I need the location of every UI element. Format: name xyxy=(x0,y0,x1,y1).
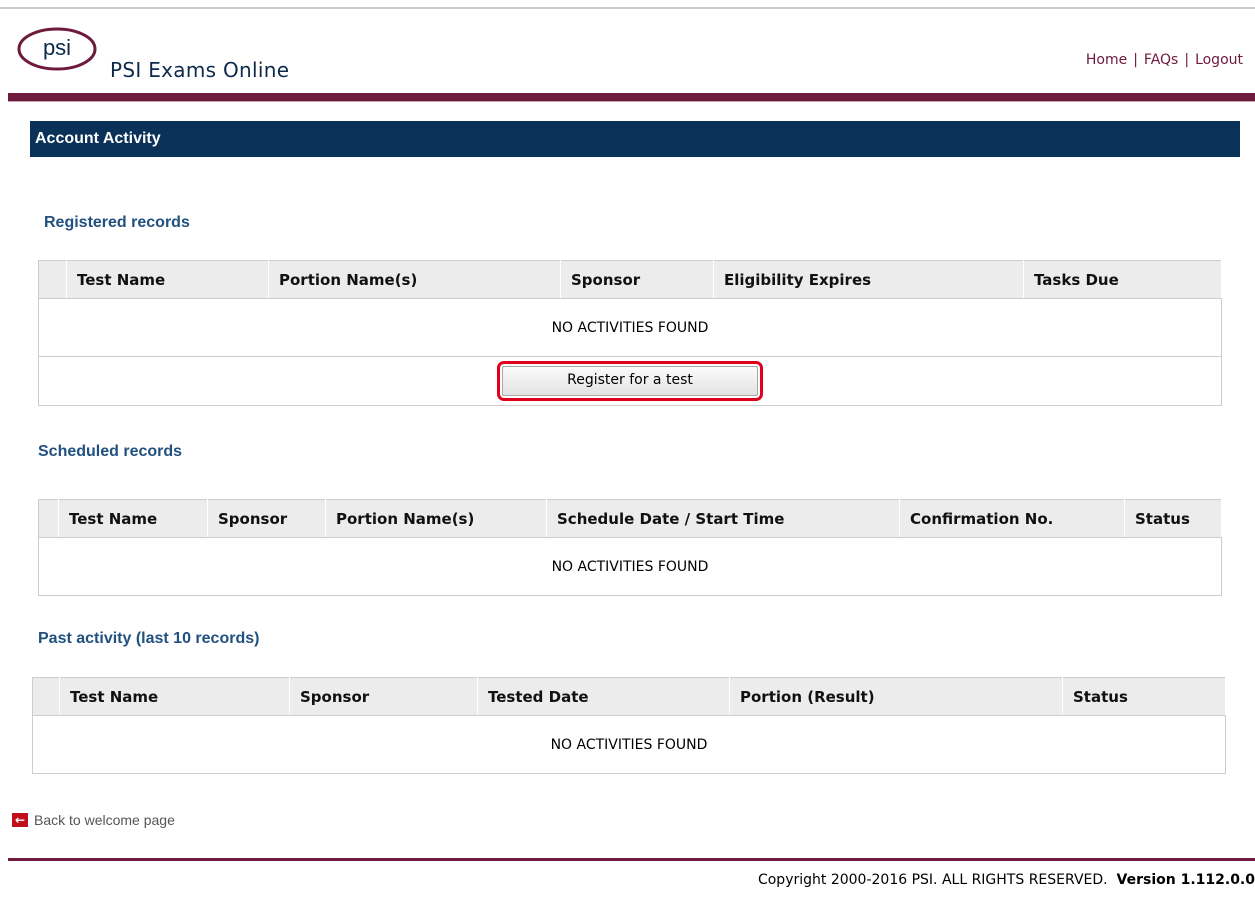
column-header[interactable]: Portion Name(s) xyxy=(268,260,561,299)
empty-message: NO ACTIVITIES FOUND xyxy=(32,715,1226,774)
register-for-test-button[interactable]: Register for a test xyxy=(502,366,758,396)
scheduled-records-table: Test Name Sponsor Portion Name(s) Schedu… xyxy=(38,499,1222,596)
page-title: Account Activity xyxy=(35,130,161,147)
column-header[interactable]: Test Name xyxy=(66,260,269,299)
column-header[interactable]: Sponsor xyxy=(289,677,478,716)
register-button-highlight: Register for a test xyxy=(497,361,763,401)
table-row: NO ACTIVITIES FOUND xyxy=(38,298,1222,357)
column-header[interactable]: Tasks Due xyxy=(1023,260,1222,299)
logo-text: psi xyxy=(43,35,71,60)
column-header[interactable]: Status xyxy=(1124,499,1222,538)
column-header[interactable]: Confirmation No. xyxy=(899,499,1125,538)
registered-records-heading: Registered records xyxy=(44,214,190,231)
table-row: Register for a test xyxy=(39,357,1222,406)
faqs-link[interactable]: FAQs xyxy=(1144,52,1178,68)
column-header[interactable]: Schedule Date / Start Time xyxy=(546,499,900,538)
page: psi PSI Exams Online Home | FAQs | Logout Ac… xyxy=(0,0,1255,909)
past-activity-table: Test Name Sponsor Tested Date Portion (R… xyxy=(32,677,1226,774)
register-button-cell: Register for a test xyxy=(39,357,1222,406)
footer-divider xyxy=(8,858,1255,861)
table-header-row: Test Name Portion Name(s) Sponsor Eligib… xyxy=(38,260,1222,299)
empty-message: NO ACTIVITIES FOUND xyxy=(38,298,1222,357)
table-row: NO ACTIVITIES FOUND xyxy=(38,537,1222,596)
copyright-notice: Copyright 2000-2016 PSI. ALL RIGHTS RESE… xyxy=(758,872,1255,888)
column-header[interactable]: Status xyxy=(1062,677,1226,716)
table-row: NO ACTIVITIES FOUND xyxy=(32,715,1226,774)
logout-link[interactable]: Logout xyxy=(1195,52,1243,68)
empty-message: NO ACTIVITIES FOUND xyxy=(38,537,1222,596)
back-link-label: Back to welcome page xyxy=(34,812,175,828)
nav-separator: | xyxy=(1184,52,1190,68)
nav-separator: | xyxy=(1133,52,1138,68)
home-link[interactable]: Home xyxy=(1086,52,1127,68)
top-nav: Home | FAQs | Logout xyxy=(1086,52,1243,68)
column-header[interactable]: Portion (Result) xyxy=(729,677,1063,716)
column-header[interactable]: Test Name xyxy=(59,677,290,716)
back-arrow-icon: ← xyxy=(12,813,28,827)
select-column-header xyxy=(38,260,67,299)
column-header[interactable]: Sponsor xyxy=(207,499,326,538)
version-text: Version 1.112.0.0 xyxy=(1116,872,1255,888)
header-divider xyxy=(8,93,1255,102)
select-column-header xyxy=(38,499,59,538)
scheduled-records-heading: Scheduled records xyxy=(38,443,183,460)
column-header[interactable]: Portion Name(s) xyxy=(325,499,547,538)
page-title-bar: Account Activity xyxy=(30,121,1240,157)
select-column-header xyxy=(32,677,60,716)
table-header-row: Test Name Sponsor Portion Name(s) Schedu… xyxy=(38,499,1222,538)
table-header-row: Test Name Sponsor Tested Date Portion (R… xyxy=(32,677,1226,716)
top-divider xyxy=(0,7,1255,9)
column-header[interactable]: Test Name xyxy=(58,499,208,538)
copyright-text: Copyright 2000-2016 PSI. ALL RIGHTS RESE… xyxy=(757,872,1108,888)
past-activity-heading: Past activity (last 10 records) xyxy=(38,630,260,647)
registered-records-table: Test Name Portion Name(s) Sponsor Eligib… xyxy=(38,260,1222,406)
column-header[interactable]: Tested Date xyxy=(477,677,730,716)
psi-logo: psi xyxy=(17,27,97,71)
column-header[interactable]: Sponsor xyxy=(560,260,714,299)
back-to-welcome-link[interactable]: ← Back to welcome page xyxy=(12,812,175,828)
column-header[interactable]: Eligibility Expires xyxy=(713,260,1024,299)
app-title: PSI Exams Online xyxy=(110,58,290,82)
